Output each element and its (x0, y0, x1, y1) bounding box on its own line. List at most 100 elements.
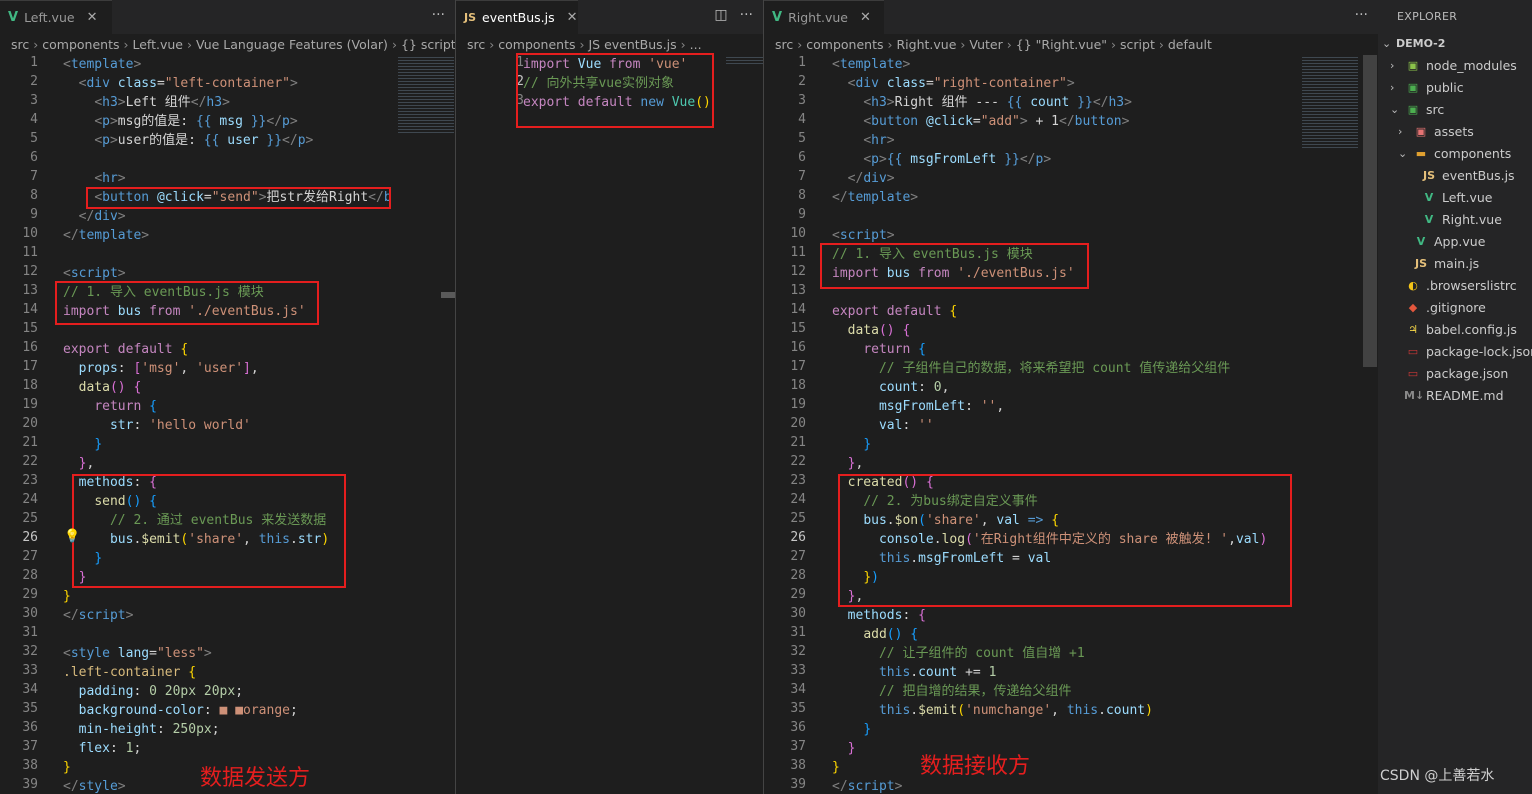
code-line[interactable]: return { (832, 340, 926, 359)
scrollbar[interactable] (1363, 55, 1377, 367)
code-line[interactable]: // 子组件自己的数据，将来希望把 count 值传递给父组件 (832, 359, 1230, 378)
code-line[interactable]: export default { (63, 340, 188, 359)
more-actions-icon[interactable]: ··· (1355, 7, 1368, 23)
chevron-right-icon[interactable]: › (1390, 77, 1404, 99)
explorer-file[interactable]: V Right.vue (1420, 209, 1502, 231)
code-line[interactable]: // 把自增的结果，传递给父组件 (832, 682, 1071, 701)
code-line[interactable]: count: 0, (832, 378, 949, 397)
code-line[interactable]: <h3>Right 组件 --- {{ count }}</h3> (832, 93, 1132, 112)
code-line[interactable]: } (832, 739, 856, 758)
minimap[interactable] (726, 55, 763, 65)
breadcrumb-item[interactable]: components (42, 37, 119, 52)
code-line[interactable]: </template> (832, 188, 918, 207)
breadcrumb-item[interactable]: default (1168, 37, 1212, 52)
code-line[interactable]: } (832, 435, 871, 454)
code-line[interactable]: <template> (63, 55, 141, 74)
breadcrumb-item[interactable]: Right.vue (896, 37, 956, 52)
code-line[interactable]: <hr> (832, 131, 894, 150)
breadcrumb-item[interactable]: JS eventBus.js (588, 37, 676, 52)
explorer-file[interactable]: V App.vue (1412, 231, 1486, 253)
scrollbar[interactable] (441, 292, 455, 298)
code-line[interactable]: <div class="right-container"> (832, 74, 1075, 93)
explorer-folder[interactable]: › ▣ assets (1398, 121, 1474, 143)
lightbulb-icon[interactable]: 💡 (64, 529, 80, 544)
chevron-down-icon[interactable]: ⌄ (1390, 99, 1404, 121)
code-line[interactable]: <button @click="add"> + 1</button> (832, 112, 1129, 131)
code-line[interactable]: } (832, 758, 840, 777)
breadcrumb-item[interactable]: {} "Right.vue" (1016, 37, 1107, 52)
code-line[interactable]: <hr> (63, 169, 125, 188)
tab-left-vue[interactable]: V Left.vue ✕ (0, 0, 112, 34)
breadcrumb-item[interactable]: {} script (401, 37, 455, 52)
code-line[interactable]: </script> (63, 606, 133, 625)
code-line[interactable]: add() { (832, 625, 918, 644)
explorer-root[interactable]: ⌄ DEMO-2 (1382, 33, 1445, 55)
code-line[interactable]: </style> (63, 777, 126, 794)
breadcrumb-item[interactable]: Left.vue (132, 37, 183, 52)
code-line[interactable]: </template> (63, 226, 149, 245)
close-icon[interactable]: ✕ (567, 10, 578, 25)
code-line[interactable]: <p>msg的值是: {{ msg }}</p> (63, 112, 297, 131)
tab-eventbus-js[interactable]: JS eventBus.js ✕ (456, 0, 578, 34)
more-actions-icon[interactable]: ··· (432, 7, 445, 23)
code-line[interactable]: props: ['msg', 'user'], (63, 359, 259, 378)
breadcrumb-item[interactable]: script (1120, 37, 1155, 52)
chevron-right-icon[interactable]: › (1390, 55, 1404, 77)
breadcrumb-item[interactable]: src (775, 37, 793, 52)
code-line[interactable]: <div class="left-container"> (63, 74, 298, 93)
explorer-folder[interactable]: ⌄ ▬ components (1398, 143, 1511, 165)
code-line[interactable]: <p>{{ msgFromLeft }}</p> (832, 150, 1051, 169)
explorer-file[interactable]: V Left.vue (1420, 187, 1493, 209)
more-actions-icon[interactable]: ··· (740, 7, 753, 23)
breadcrumb-item[interactable]: src (11, 37, 29, 52)
explorer-file[interactable]: JS main.js (1412, 253, 1479, 275)
code-line[interactable]: </script> (832, 777, 902, 794)
explorer-file[interactable]: M↓ README.md (1404, 385, 1504, 407)
code-line[interactable]: this.$emit('numchange', this.count) (832, 701, 1153, 720)
code-line[interactable]: } (832, 720, 871, 739)
code-line[interactable]: .left-container { (63, 663, 196, 682)
explorer-file[interactable]: JS eventBus.js (1420, 165, 1515, 187)
code-line[interactable]: </div> (63, 207, 126, 226)
code-line[interactable]: }, (832, 454, 864, 473)
code-line[interactable]: <h3>Left 组件</h3> (63, 93, 230, 112)
close-icon[interactable]: ✕ (860, 10, 871, 25)
close-icon[interactable]: ✕ (87, 10, 98, 25)
explorer-file[interactable]: ◐ .browserslistrc (1404, 275, 1516, 297)
tab-right-vue[interactable]: V Right.vue ✕ (764, 0, 884, 34)
code-line[interactable]: }, (63, 454, 95, 473)
code-line[interactable]: min-height: 250px; (63, 720, 220, 739)
explorer-file[interactable]: ◆ .gitignore (1404, 297, 1486, 319)
explorer-folder[interactable]: › ▣ public (1390, 77, 1464, 99)
chevron-down-icon[interactable]: ⌄ (1382, 33, 1396, 55)
chevron-down-icon[interactable]: ⌄ (1398, 143, 1412, 165)
code-line[interactable]: str: 'hello world' (63, 416, 251, 435)
code-line[interactable]: msgFromLeft: '', (832, 397, 1004, 416)
code-line[interactable]: </div> (832, 169, 895, 188)
chevron-right-icon[interactable]: › (1398, 121, 1412, 143)
code-line[interactable]: <style lang="less"> (63, 644, 212, 663)
code-line[interactable]: // 让子组件的 count 值自增 +1 (832, 644, 1085, 663)
code-line[interactable]: <template> (832, 55, 910, 74)
code-line[interactable]: data() { (63, 378, 142, 397)
code-line[interactable]: padding: 0 20px 20px; (63, 682, 243, 701)
code-line[interactable]: background-color: ■ ■orange; (63, 701, 298, 720)
breadcrumb-item[interactable]: Vue Language Features (Volar) (196, 37, 388, 52)
breadcrumb-item[interactable]: components (806, 37, 883, 52)
code-line[interactable]: return { (63, 397, 157, 416)
code-line[interactable]: this.count += 1 (832, 663, 996, 682)
split-editor-icon[interactable]: ◫ (714, 7, 727, 23)
breadcrumb-item[interactable]: components (498, 37, 575, 52)
explorer-folder[interactable]: ⌄ ▣ src (1390, 99, 1444, 121)
code-line[interactable]: flex: 1; (63, 739, 142, 758)
explorer-folder[interactable]: › ▣ node_modules (1390, 55, 1517, 77)
explorer-file[interactable]: ♃ babel.config.js (1404, 319, 1517, 341)
explorer-file[interactable]: ▭ package-lock.json (1404, 341, 1532, 363)
minimap[interactable] (1302, 55, 1358, 150)
code-line[interactable]: export default { (832, 302, 957, 321)
code-line[interactable]: <p>user的值是: {{ user }}</p> (63, 131, 313, 150)
code-line[interactable]: val: '' (832, 416, 934, 435)
explorer-file[interactable]: ▭ package.json (1404, 363, 1509, 385)
breadcrumb-item[interactable]: Vuter (969, 37, 1002, 52)
code-line[interactable]: } (63, 758, 71, 777)
